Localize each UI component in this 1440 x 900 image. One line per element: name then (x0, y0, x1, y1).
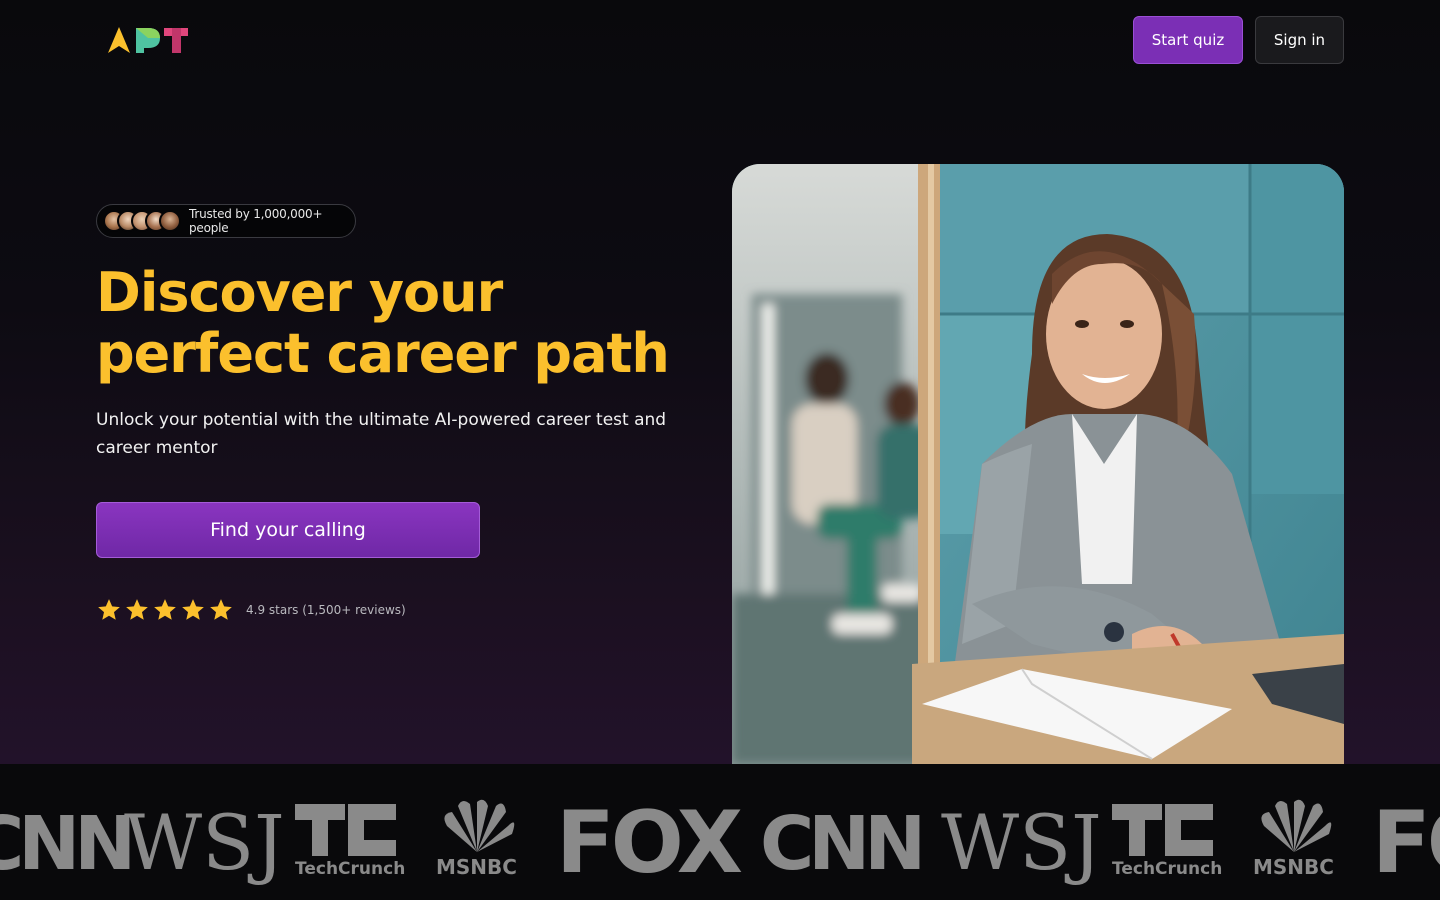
star-icon (182, 599, 204, 620)
cnn-logo: CNN (0, 801, 130, 887)
trusted-text: Trusted by 1,000,000+ people (189, 207, 323, 235)
start-quiz-button[interactable]: Start quiz (1133, 16, 1243, 64)
msnbc-logo: MSNBC (436, 799, 517, 879)
star-rating (96, 597, 234, 623)
star-icon (210, 599, 232, 620)
star-icon (154, 599, 176, 620)
avatar-group (103, 210, 181, 232)
techcrunch-logo: TechCrunch (295, 804, 405, 879)
trusted-badge: Trusted by 1,000,000+ people (96, 204, 356, 238)
page-subtitle: Unlock your potential with the ultimate … (96, 410, 667, 458)
star-icon (126, 599, 148, 620)
svg-text:TechCrunch: TechCrunch (1112, 859, 1222, 879)
fox-logo: FOX (1372, 793, 1440, 893)
sign-in-button[interactable]: Sign in (1255, 16, 1344, 64)
cnn-logo: CNN (760, 801, 920, 887)
msnbc-logo: MSNBC (1253, 799, 1334, 879)
fox-logo: FOX (556, 793, 742, 893)
avatar (159, 210, 181, 232)
apt-logo-mark (108, 27, 188, 53)
wsj-logo: WSJ (124, 798, 285, 887)
find-your-calling-button[interactable]: Find your calling (96, 502, 480, 558)
wsj-logo: WSJ (941, 798, 1102, 887)
star-icon (98, 599, 120, 620)
hero-photo (732, 164, 1344, 764)
svg-text:MSNBC: MSNBC (1253, 855, 1334, 879)
techcrunch-logo: TechCrunch (1112, 804, 1222, 879)
svg-text:MSNBC: MSNBC (436, 855, 517, 879)
svg-text:TechCrunch: TechCrunch (295, 859, 405, 879)
page-title: Discover your perfect career path (96, 261, 670, 385)
site-header: Start quiz Sign in (0, 0, 1440, 80)
woman-writing-photo (732, 164, 1344, 764)
rating: 4.9 stars (1,500+ reviews) (96, 596, 406, 624)
press-logo-strip: CNN WSJ TechCrunch MSNBC F (0, 764, 1440, 900)
rating-text: 4.9 stars (1,500+ reviews) (246, 603, 406, 617)
apt-logo[interactable] (106, 24, 190, 56)
press-logos: CNN WSJ TechCrunch MSNBC F (0, 793, 1440, 893)
